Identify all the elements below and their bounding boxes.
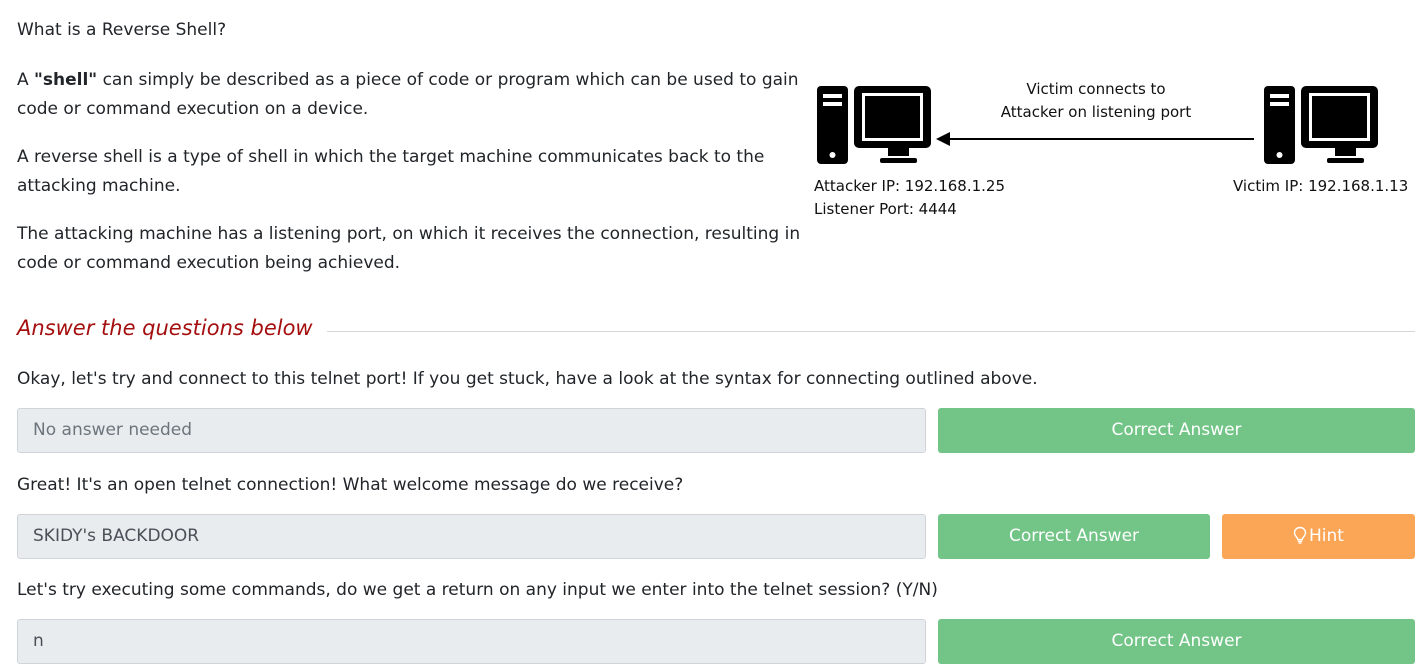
arrow-label: Victim connects to Attacker on listening… xyxy=(1000,78,1192,124)
section-divider xyxy=(327,331,1415,332)
victim-ip-label: Victim IP: 192.168.1.13 xyxy=(1233,177,1409,195)
attacker-computer-icon xyxy=(817,86,931,164)
question-2-answer-input[interactable]: SKIDY's BACKDOOR xyxy=(17,514,926,559)
attacker-ip-label: Attacker IP: 192.168.1.25 xyxy=(814,177,1006,195)
section-title: Answer the questions below xyxy=(17,316,313,340)
question-2-hint-button[interactable]: Hint xyxy=(1222,514,1415,559)
paragraph-prefix: A xyxy=(17,70,35,90)
question-3-text: Let's try executing some commands, do we… xyxy=(17,580,938,600)
reverse-shell-diagram: Victim connects to Attacker on listening… xyxy=(810,76,1415,226)
paragraph-reverse-shell: A reverse shell is a type of shell in wh… xyxy=(17,147,765,196)
content-heading: What is a Reverse Shell? xyxy=(17,20,227,40)
arrow-label-line-2: Attacker on listening port xyxy=(1000,103,1192,121)
question-1-text: Okay, let's try and connect to this teln… xyxy=(17,369,1038,389)
question-2-text: Great! It's an open telnet connection! W… xyxy=(17,475,684,495)
arrow-label-line-1: Victim connects to xyxy=(1026,80,1166,98)
paragraph-suffix: can simply be described as a piece of co… xyxy=(17,70,799,119)
question-2-correct-answer-button[interactable]: Correct Answer xyxy=(938,514,1210,559)
paragraph-listening-port: The attacking machine has a listening po… xyxy=(17,224,801,273)
question-1-correct-answer-button[interactable]: Correct Answer xyxy=(938,408,1415,453)
paragraph-shell-definition: A "shell" can simply be described as a p… xyxy=(17,66,817,124)
question-3-correct-answer-button[interactable]: Correct Answer xyxy=(938,619,1415,664)
attacker-info: Attacker IP: 192.168.1.25 Listener Port:… xyxy=(814,175,1005,221)
hint-label: Hint xyxy=(1309,526,1344,546)
connection-arrow xyxy=(936,132,1254,146)
question-3-answer-input[interactable]: n xyxy=(17,619,926,664)
question-1-answer-input[interactable]: No answer needed xyxy=(17,408,926,453)
victim-computer-icon xyxy=(1264,86,1378,164)
lightbulb-icon xyxy=(1293,517,1307,562)
listener-port-label: Listener Port: 4444 xyxy=(814,200,957,218)
paragraph-bold-term: "shell" xyxy=(34,70,98,90)
